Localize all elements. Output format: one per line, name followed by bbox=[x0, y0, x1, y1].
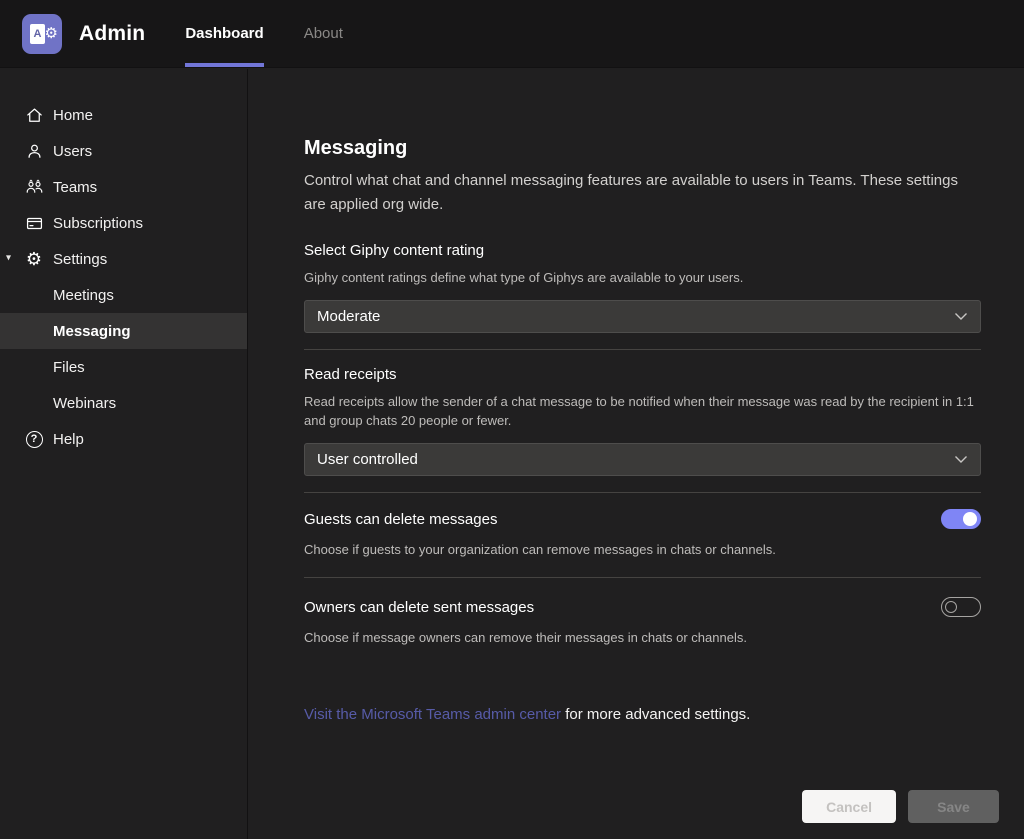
read-receipts-label: Read receipts bbox=[304, 366, 981, 383]
chevron-down-icon bbox=[954, 312, 968, 321]
read-receipts-select[interactable]: User controlled bbox=[304, 443, 981, 476]
user-icon bbox=[24, 142, 44, 161]
sidebar-item-home[interactable]: Home bbox=[0, 97, 247, 133]
admin-app-icon: A ⚙ bbox=[22, 14, 62, 54]
card-icon bbox=[24, 214, 44, 233]
app-title: Admin bbox=[79, 22, 145, 46]
sidebar-item-label: Settings bbox=[53, 251, 107, 268]
guests-delete-toggle[interactable] bbox=[941, 509, 981, 529]
giphy-rating-value: Moderate bbox=[317, 308, 954, 325]
sidebar-item-messaging[interactable]: Messaging bbox=[0, 313, 247, 349]
sidebar: Home Users Teams bbox=[0, 69, 248, 839]
teams-admin-center-link[interactable]: Visit the Microsoft Teams admin center bbox=[304, 706, 561, 723]
owners-delete-description: Choose if message owners can remove thei… bbox=[304, 628, 981, 647]
sidebar-item-subscriptions[interactable]: Subscriptions bbox=[0, 205, 247, 241]
giphy-rating-label: Select Giphy content rating bbox=[304, 242, 981, 259]
advanced-settings-sentence: Visit the Microsoft Teams admin center f… bbox=[304, 706, 981, 723]
sidebar-item-help[interactable]: ? Help bbox=[0, 421, 247, 457]
sidebar-item-users[interactable]: Users bbox=[0, 133, 247, 169]
sidebar-item-settings[interactable]: ▾ ⚙ Settings bbox=[0, 241, 247, 277]
section-divider bbox=[304, 492, 981, 493]
read-receipts-description: Read receipts allow the sender of a chat… bbox=[304, 392, 981, 430]
toggle-knob bbox=[963, 512, 977, 526]
sidebar-item-meetings[interactable]: Meetings bbox=[0, 277, 247, 313]
guests-delete-label: Guests can delete messages bbox=[304, 511, 497, 528]
cancel-button[interactable]: Cancel bbox=[802, 790, 896, 823]
tab-dashboard[interactable]: Dashboard bbox=[185, 0, 263, 67]
teams-people-icon bbox=[24, 178, 44, 197]
page-subtitle: Control what chat and channel messaging … bbox=[304, 169, 981, 217]
sidebar-item-files[interactable]: Files bbox=[0, 349, 247, 385]
giphy-rating-description: Giphy content ratings define what type o… bbox=[304, 268, 981, 287]
giphy-rating-select[interactable]: Moderate bbox=[304, 300, 981, 333]
sidebar-item-label: Files bbox=[0, 359, 85, 376]
tab-about[interactable]: About bbox=[304, 0, 343, 67]
sidebar-item-label: Users bbox=[53, 143, 92, 160]
guests-delete-description: Choose if guests to your organization ca… bbox=[304, 540, 981, 559]
owners-delete-label: Owners can delete sent messages bbox=[304, 599, 534, 616]
footer-actions: Cancel Save bbox=[802, 790, 999, 823]
help-icon: ? bbox=[24, 431, 44, 448]
read-receipts-value: User controlled bbox=[317, 451, 954, 468]
toggle-knob bbox=[945, 601, 957, 613]
sidebar-item-label: Help bbox=[53, 431, 84, 448]
sidebar-item-label: Home bbox=[53, 107, 93, 124]
advanced-settings-suffix: for more advanced settings. bbox=[561, 706, 750, 723]
header-tabs: Dashboard About bbox=[185, 0, 383, 67]
save-button[interactable]: Save bbox=[908, 790, 999, 823]
sidebar-item-label: Teams bbox=[53, 179, 97, 196]
gear-glyph-icon: ⚙ bbox=[45, 26, 58, 41]
sidebar-item-webinars[interactable]: Webinars bbox=[0, 385, 247, 421]
home-icon bbox=[24, 106, 44, 125]
app-window: A ⚙ Admin Dashboard About Home Users bbox=[0, 0, 1024, 839]
caret-down-icon: ▾ bbox=[6, 254, 11, 264]
page-title: Messaging bbox=[304, 137, 981, 160]
section-divider bbox=[304, 349, 981, 350]
sidebar-item-label: Subscriptions bbox=[53, 215, 143, 232]
sidebar-item-label: Webinars bbox=[0, 395, 116, 412]
section-divider bbox=[304, 577, 981, 578]
owners-delete-toggle[interactable] bbox=[941, 597, 981, 617]
app-header: A ⚙ Admin Dashboard About bbox=[0, 0, 1024, 68]
sidebar-item-label: Meetings bbox=[0, 287, 114, 304]
admin-letter-glyph: A bbox=[30, 24, 45, 44]
main-content: Messaging Control what chat and channel … bbox=[249, 69, 1024, 839]
chevron-down-icon bbox=[954, 455, 968, 464]
sidebar-item-teams[interactable]: Teams bbox=[0, 169, 247, 205]
sidebar-item-label: Messaging bbox=[0, 323, 131, 340]
settings-gear-icon: ⚙ bbox=[24, 250, 44, 268]
